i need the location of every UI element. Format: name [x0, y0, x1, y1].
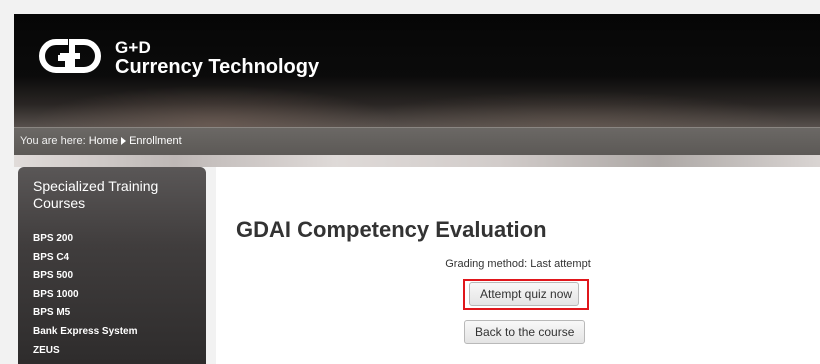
sidebar: Specialized Training Courses BPS 200 BPS… — [18, 167, 206, 364]
site-header: G+D Currency Technology — [14, 14, 820, 127]
header-glow-band — [14, 155, 820, 167]
breadcrumb-prefix: You are here: — [20, 135, 86, 147]
breadcrumb-bar: You are here: Home Enrollment — [14, 127, 820, 155]
breadcrumb-link-home[interactable]: Home — [89, 135, 118, 147]
sidebar-item-bps-m5[interactable]: BPS M5 — [33, 304, 138, 323]
main-content: GDAI Competency Evaluation Grading metho… — [216, 167, 820, 364]
page-title: GDAI Competency Evaluation — [236, 217, 547, 242]
triangle-right-icon — [121, 137, 127, 145]
attempt-quiz-button[interactable]: Attempt quiz now — [469, 282, 579, 306]
breadcrumb: You are here: Home Enrollment — [20, 135, 182, 147]
sidebar-item-bps-500[interactable]: BPS 500 — [33, 267, 138, 286]
page-frame: G+D Currency Technology You are here: Ho… — [0, 0, 820, 364]
sidebar-item-zeus[interactable]: ZEUS — [33, 342, 138, 361]
sidebar-item-bps-1000[interactable]: BPS 1000 — [33, 286, 138, 305]
gd-logo-icon — [39, 39, 101, 73]
brand-subtitle: Currency Technology — [115, 56, 320, 78]
back-to-course-button[interactable]: Back to the course — [464, 320, 585, 344]
breadcrumb-link-enrollment[interactable]: Enrollment — [129, 135, 182, 147]
sidebar-item-bank-express-system[interactable]: Bank Express System — [33, 323, 138, 342]
sidebar-item-bps-200[interactable]: BPS 200 — [33, 230, 138, 249]
grading-method-label: Grading method: Last attempt — [445, 258, 591, 270]
sidebar-item-bps-c4[interactable]: BPS C4 — [33, 249, 138, 268]
sidebar-title: Specialized Training Courses — [33, 178, 159, 211]
brand-name: G+D — [115, 38, 152, 57]
grading-method-text: Grading method: Last attempt — [216, 258, 820, 270]
sidebar-course-list: BPS 200 BPS C4 BPS 500 BPS 1000 BPS M5 B… — [33, 230, 138, 360]
